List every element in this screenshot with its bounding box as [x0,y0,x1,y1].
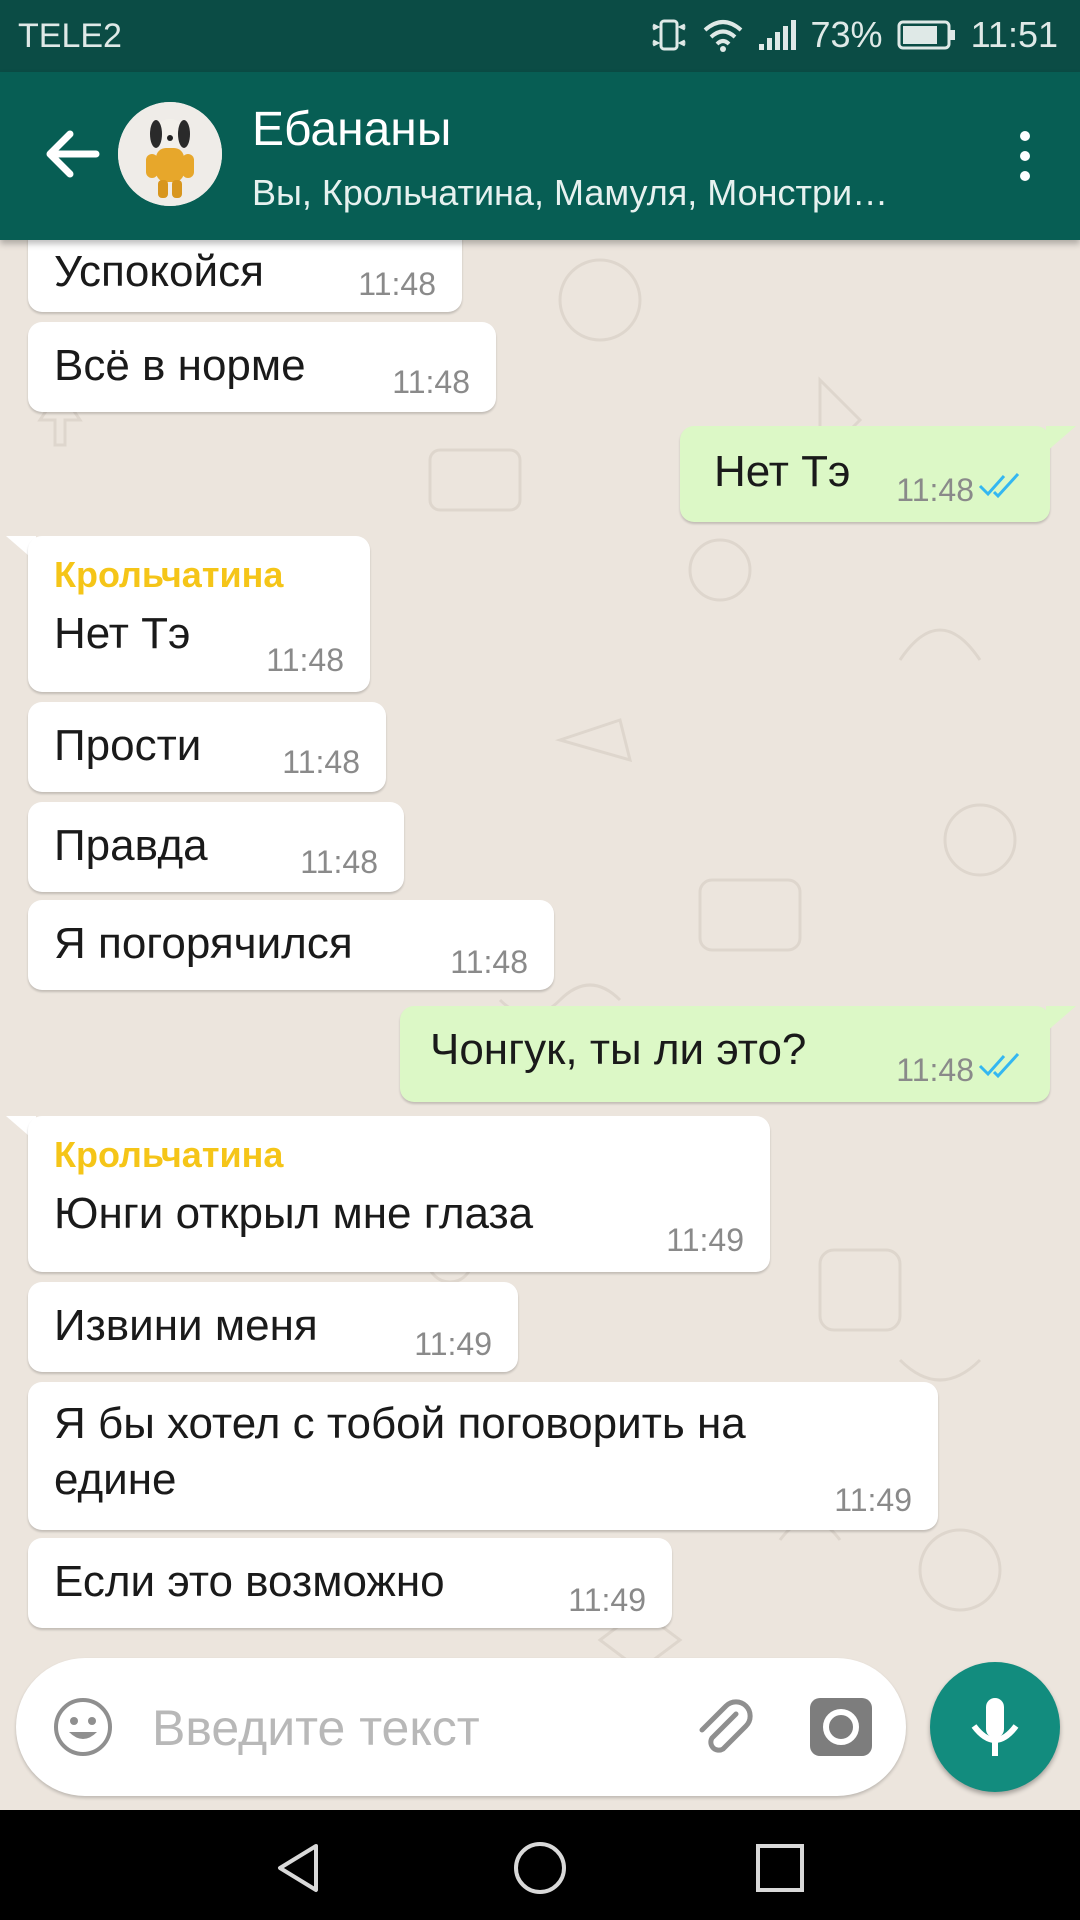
incoming-message[interactable]: Правда 11:48 [28,802,404,892]
incoming-message[interactable]: Если это возможно 11:49 [28,1538,672,1628]
signal-icon [758,20,796,50]
back-arrow-icon[interactable] [40,122,104,186]
nav-home-icon[interactable] [510,1838,570,1898]
bubble-tail [1046,426,1076,452]
chat-header: Ебананы Вы, Крольчатина, Мамуля, Монстри… [0,72,1080,240]
system-nav-bar [0,1810,1080,1920]
message-time: 11:48 [450,944,528,980]
message-text: Правда [54,821,208,870]
message-time: 11:48 [896,472,974,508]
mic-button[interactable] [930,1662,1060,1792]
nav-back-icon[interactable] [270,1838,330,1898]
incoming-message[interactable]: Я бы хотел с тобой поговорить на едине 1… [28,1382,938,1530]
status-bar: TELE2 73% 11:51 [0,0,1080,72]
message-input[interactable] [150,1694,674,1762]
message-text: Юнги открыл мне глаза [54,1189,534,1238]
read-ticks-icon [978,472,1020,499]
clock: 11:51 [970,14,1058,55]
incoming-message[interactable]: Я погорячился 11:48 [28,900,554,990]
incoming-message[interactable]: Крольчатина Нет Тэ 11:48 [28,536,370,692]
status-icons: 73% 11:51 [649,14,1058,56]
message-text: Я погорячился [54,919,353,968]
chat-participants[interactable]: Вы, Крольчатина, Мамуля, Монстри… [252,172,952,214]
message-time: 11:49 [568,1582,646,1618]
message-text: Всё в норме [54,341,306,390]
message-text: Извини меня [54,1301,318,1350]
outgoing-message[interactable]: Чонгук, ты ли это? 11:48 [400,1006,1050,1102]
incoming-message[interactable]: Прости 11:48 [28,702,386,792]
message-time: 11:48 [282,744,360,780]
sender-name: Крольчатина [54,554,284,595]
message-composer [16,1658,906,1796]
incoming-message[interactable]: Всё в норме 11:48 [28,322,496,412]
message-time: 11:48 [266,642,344,678]
incoming-message[interactable]: Крольчатина Юнги открыл мне глаза 11:49 [28,1116,770,1272]
incoming-message[interactable]: Извини меня 11:49 [28,1282,518,1372]
battery-icon [897,20,955,50]
incoming-message[interactable]: Успокойся 11:48 [28,240,462,312]
carrier-name: TELE2 [18,17,122,55]
read-ticks-icon [978,1052,1020,1079]
message-time: 11:49 [666,1222,744,1258]
group-avatar[interactable] [118,102,222,206]
nav-recents-icon[interactable] [750,1838,810,1898]
avatar-plush-image [118,102,222,206]
more-vert-icon[interactable] [1010,128,1040,184]
emoji-icon[interactable] [52,1696,114,1758]
message-text: Чонгук, ты ли это? [430,1025,807,1074]
chat-title[interactable]: Ебананы [252,102,451,157]
message-text: Нет Тэ [714,447,851,496]
wifi-icon [703,20,742,52]
message-text: Нет Тэ [54,609,191,658]
message-text-line1: Я бы хотел с тобой поговорить на [54,1399,746,1448]
battery-percent: 73% [810,14,883,55]
outgoing-message[interactable]: Нет Тэ 11:48 [680,426,1050,522]
message-time: 11:49 [834,1482,912,1518]
message-time: 11:48 [392,364,470,400]
message-text: Успокойся [54,247,264,296]
sender-name: Крольчатина [54,1134,284,1175]
message-text-line2: едине [54,1455,177,1504]
message-list[interactable]: Успокойся 11:48 Всё в норме 11:48 Нет Тэ… [0,240,1080,1810]
bubble-tail [1046,1006,1076,1032]
vibrate-icon [651,19,686,51]
message-text: Прости [54,721,202,770]
paperclip-icon[interactable] [690,1694,756,1760]
message-time: 11:49 [414,1326,492,1362]
message-time: 11:48 [358,266,436,302]
message-time: 11:48 [896,1052,974,1088]
mic-icon [971,1698,1019,1756]
message-time: 11:48 [300,844,378,880]
message-text: Если это возможно [54,1557,445,1606]
camera-icon[interactable] [808,1696,874,1758]
